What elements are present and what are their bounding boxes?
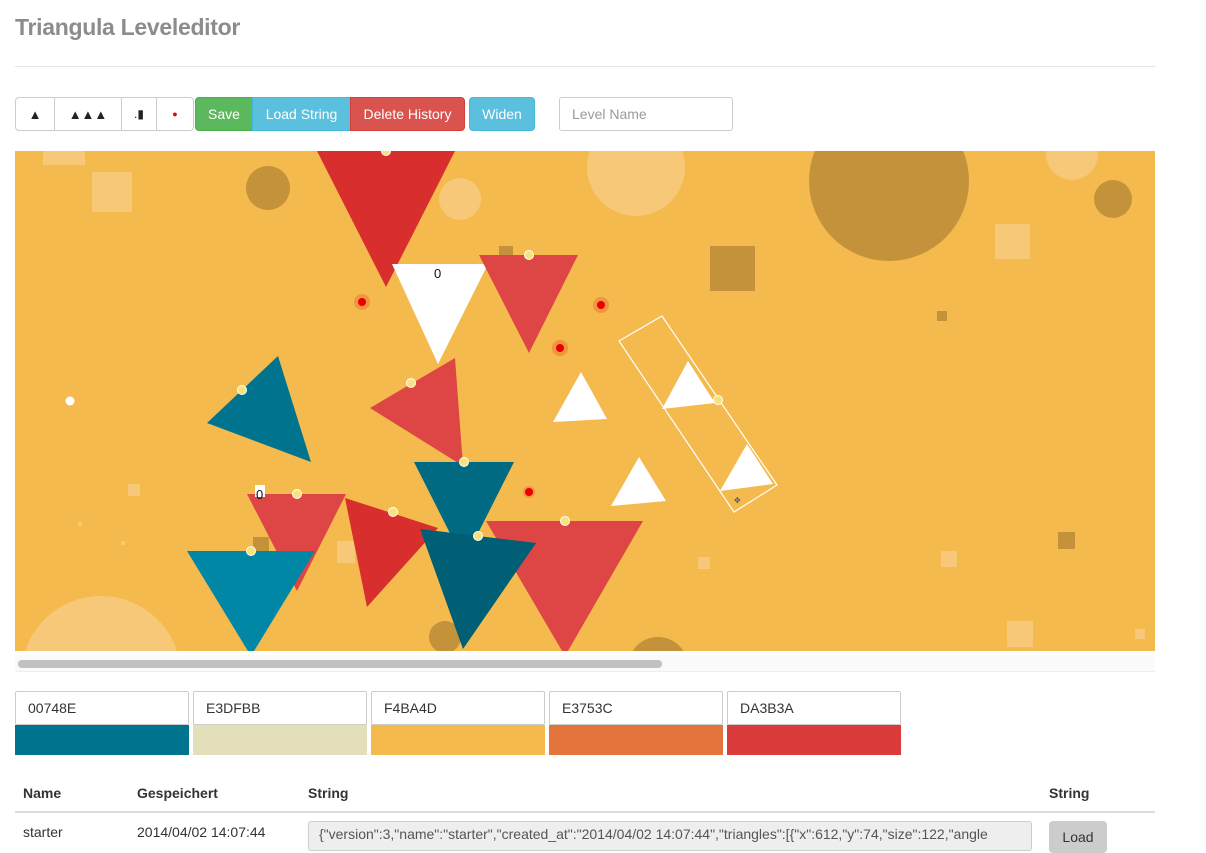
color-swatch: [15, 725, 189, 755]
level-canvas-svg[interactable]: ✥ 0 0: [15, 151, 1155, 651]
color-hex-input[interactable]: [15, 691, 189, 725]
header-divider: [15, 66, 1155, 67]
level-triangle[interactable]: [479, 255, 578, 353]
color-hex-input[interactable]: [549, 691, 723, 725]
canvas-scrollbar[interactable]: [15, 655, 1155, 672]
save-button[interactable]: Save: [195, 97, 253, 131]
page-title: Triangula Leveleditor: [15, 14, 241, 40]
color-swatch: [193, 725, 367, 755]
color-hex-input[interactable]: [727, 691, 901, 725]
color-swatch: [727, 725, 901, 755]
color-hex-input[interactable]: [193, 691, 367, 725]
level-canvas[interactable]: ✥ 0 0: [15, 151, 1155, 651]
level-triangle[interactable]: [207, 356, 311, 462]
color-swatch: [371, 725, 545, 755]
load-string-button[interactable]: Load String: [252, 97, 351, 131]
level-triangle[interactable]: [187, 551, 315, 651]
delete-history-button[interactable]: Delete History: [350, 97, 465, 131]
column-header-string: String: [308, 785, 349, 801]
column-header-saved: Gespeichert: [137, 785, 218, 801]
column-header-action: String: [1049, 785, 1090, 801]
dot-tool-button[interactable]: ●: [156, 97, 194, 131]
scrollbar-thumb[interactable]: [18, 660, 662, 668]
triangle-index-label: 0: [256, 487, 263, 502]
triangle-tool-button[interactable]: ▲: [15, 97, 55, 131]
level-triangle[interactable]: [553, 372, 607, 422]
rotate-handle-icon[interactable]: ✥: [734, 496, 741, 505]
level-string-field[interactable]: {"version":3,"name":"starter","created_a…: [308, 821, 1032, 851]
triangle-index-label: 0: [434, 266, 441, 281]
color-hex-input[interactable]: [371, 691, 545, 725]
level-name-input[interactable]: [559, 97, 733, 131]
multi-triangle-tool-button[interactable]: ▲▲▲: [54, 97, 122, 131]
load-button[interactable]: Load: [1049, 821, 1107, 853]
level-triangle[interactable]: [370, 358, 463, 466]
widen-button[interactable]: Widen: [469, 97, 535, 131]
table-header-divider: [15, 811, 1155, 813]
saved-date-cell: 2014/04/02 14:07:44: [137, 824, 266, 840]
color-swatch: [549, 725, 723, 755]
level-triangle[interactable]: [611, 457, 666, 506]
level-name-cell: starter: [23, 824, 63, 840]
column-header-name: Name: [23, 785, 62, 801]
bar-tool-button[interactable]: .▮: [121, 97, 157, 131]
